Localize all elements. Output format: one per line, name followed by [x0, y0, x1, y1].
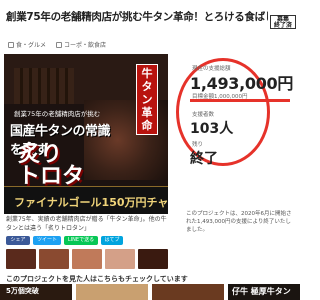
raised-amount: 1,493,000円 [190, 74, 294, 93]
thumbnail[interactable] [138, 249, 168, 269]
recommend-heading: このプロジェクトを見た人はこちらもチェックしています [6, 275, 188, 283]
tag-link[interactable]: コーポ・飲食店 [55, 40, 106, 49]
twitter-share-button[interactable]: ツイート [33, 236, 61, 245]
hero-vertical-label: 牛タン革命 [136, 64, 158, 135]
remaining-label: 残り [192, 142, 204, 148]
gallery-thumbnails [6, 249, 168, 269]
status-badge: 募集 終了済 [270, 15, 296, 29]
meta-row: 食・グルメ コーポ・飲食店 [8, 40, 208, 52]
facebook-share-button[interactable]: シェア [6, 236, 30, 245]
hero-subtitle: 創業75年の老舗精肉店が挑む [14, 110, 101, 118]
folder-icon [8, 42, 14, 48]
tag-icon [55, 42, 62, 48]
progress-fill [190, 99, 290, 102]
project-description: 創業75年、実績の老舗精肉店が贈る「牛タン革命」。他の牛タンとは違う「炙りトロタ… [6, 216, 167, 232]
recommend-card[interactable] [152, 284, 224, 300]
thumbnail[interactable] [6, 249, 36, 269]
funding-stats: 現在の支援総額 1,493,000円 目標金額1,000,000円 支援者数 1… [176, 52, 296, 198]
title-bar: 創業75年の老舗精肉店が挑む牛タン革命！とろける食ばしさ「炙りトロタン」を全国へ… [0, 0, 300, 38]
category-link[interactable]: 食・グルメ [8, 40, 46, 49]
grill-graphic [14, 68, 74, 104]
hatena-share-button[interactable]: はてブ [101, 236, 123, 245]
thumbnail[interactable] [39, 249, 69, 269]
recommend-card[interactable]: 5万個突破 [0, 284, 72, 300]
project-status: 終了 [190, 151, 218, 167]
thumbnail[interactable] [105, 249, 135, 269]
recommend-card[interactable] [76, 284, 148, 300]
recommend-strip: 5万個突破 仔牛 極厚牛タン [0, 284, 300, 300]
recommend-card[interactable]: 仔牛 極厚牛タン [228, 284, 300, 300]
backers-label: 支援者数 [192, 112, 215, 118]
share-buttons: シェア ツイート LINEで送る はてブ [6, 236, 168, 246]
hero-banner: ファイナルゴール150万円チャレンジ中！ [4, 186, 168, 214]
project-title: 創業75年の老舗精肉店が挑む牛タン革命！とろける食ばしさ「炙りトロタン」を全国へ [6, 11, 268, 23]
hero-image: 創業75年の老舗精肉店が挑む 国産牛タンの常識を覆す 牛タン革命 炙りトロタン … [4, 54, 168, 214]
project-end-note: このプロジェクトは、2020年6月に開始された1,493,000円の支援により終… [186, 211, 292, 233]
backers-count: 103人 [190, 121, 234, 137]
thumbnail[interactable] [72, 249, 102, 269]
hero-banner-text: ファイナルゴール150万円チャレンジ中！ [14, 196, 168, 209]
progress-bar [190, 99, 290, 102]
line-share-button[interactable]: LINEで送る [64, 236, 98, 245]
